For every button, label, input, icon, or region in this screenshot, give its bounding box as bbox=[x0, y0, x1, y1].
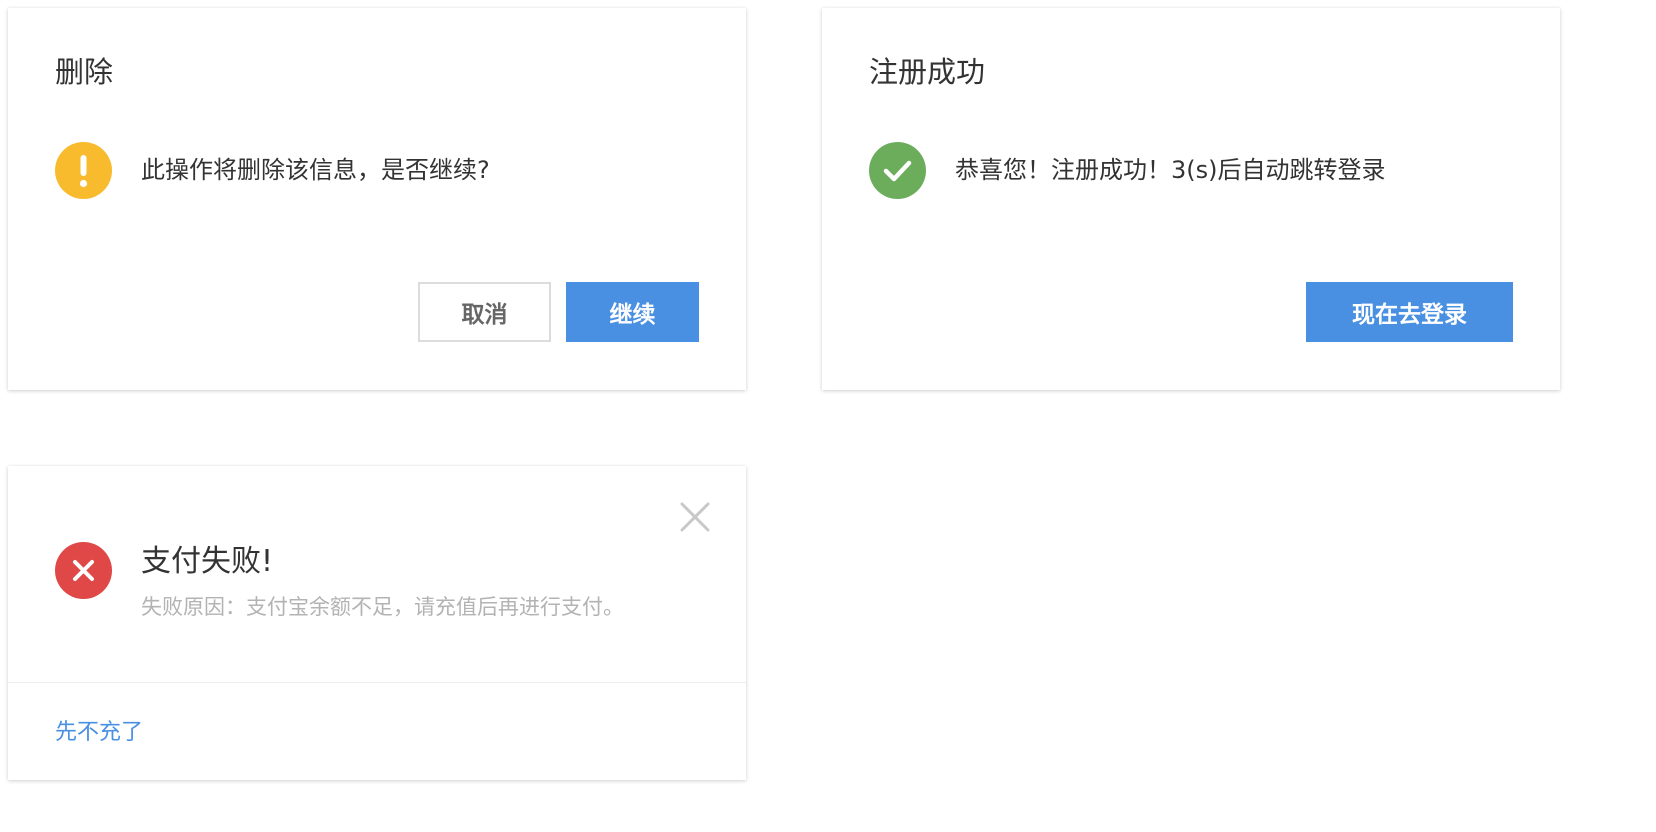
dialog-title: 删除 bbox=[55, 55, 114, 89]
close-icon[interactable] bbox=[678, 500, 712, 534]
failure-reason: 失败原因：支付宝余额不足，请充值后再进行支付。 bbox=[141, 595, 624, 619]
delete-dialog: 删除 此操作将删除该信息，是否继续? 取消 继续 bbox=[8, 8, 746, 390]
success-dialog: 注册成功 恭喜您！注册成功！3(s)后自动跳转登录 现在去登录 bbox=[822, 8, 1560, 390]
skip-recharge-link[interactable]: 先不充了 bbox=[55, 718, 143, 748]
login-now-button[interactable]: 现在去登录 bbox=[1306, 282, 1513, 342]
exclamation-icon bbox=[55, 142, 112, 199]
checkmark-icon bbox=[869, 142, 926, 199]
dialog-title: 支付失败! bbox=[141, 544, 274, 579]
dialog-message: 此操作将删除该信息，是否继续? bbox=[141, 156, 490, 184]
dialog-title: 注册成功 bbox=[869, 55, 986, 89]
cross-icon bbox=[55, 542, 112, 599]
continue-button[interactable]: 继续 bbox=[566, 282, 699, 342]
payment-failed-dialog: 支付失败! 失败原因：支付宝余额不足，请充值后再进行支付。 先不充了 bbox=[8, 466, 746, 780]
cancel-button[interactable]: 取消 bbox=[418, 282, 551, 342]
dialog-message: 恭喜您！注册成功！3(s)后自动跳转登录 bbox=[955, 156, 1386, 184]
divider bbox=[8, 682, 746, 683]
